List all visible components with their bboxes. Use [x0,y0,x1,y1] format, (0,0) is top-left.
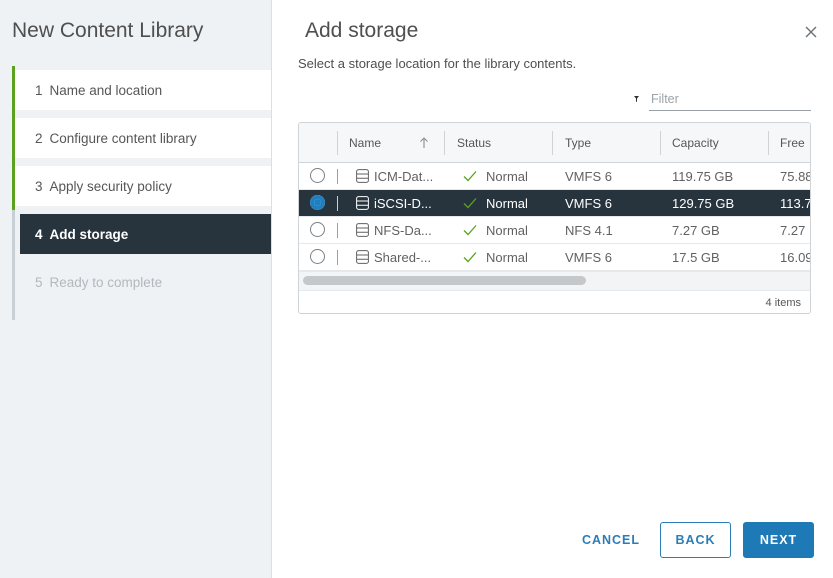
grid-footer-item-count: 4 items [299,290,810,313]
cell-capacity: 129.75 GB [672,196,735,211]
datastore-icon [356,250,369,264]
wizard-content: Add storage Select a storage location fo… [272,0,833,578]
cell-name: ICM-Dat... [374,169,434,184]
column-header-name[interactable]: Name [349,123,381,163]
cell-name: NFS-Da... [374,223,432,238]
scrollbar-thumb[interactable] [303,276,586,285]
close-button[interactable] [803,24,819,40]
cell-name: iSCSI-D... [374,196,432,211]
storage-grid: Name Status Type Capacity Free ICM-Dat..… [298,122,811,314]
cell-free: 7.27 [780,223,806,238]
step-number: 4 [35,226,43,242]
step-number: 2 [35,130,43,146]
cell-status: Normal [486,196,528,211]
cell-status: Normal [486,169,528,184]
datastore-icon [356,196,369,210]
cell-type: VMFS 6 [565,250,612,265]
wizard-step-add-storage[interactable]: 4 Add storage [12,210,271,258]
cell-free: 113.71 [780,196,811,211]
filter-box [634,87,811,111]
wizard-step-configure-content-library[interactable]: 2 Configure content library [12,114,271,162]
sort-ascending-icon[interactable] [419,137,429,149]
cell-capacity: 119.75 GB [672,169,734,184]
cell-type: NFS 4.1 [565,223,613,238]
step-label: Configure content library [49,130,197,146]
horizontal-scrollbar[interactable] [299,271,810,290]
cell-capacity: 7.27 GB [672,223,720,238]
check-icon [463,171,477,182]
wizard-title: New Content Library [12,19,204,42]
cell-free: 16.09 [780,250,811,265]
row-divider [337,196,338,211]
cell-type: VMFS 6 [565,169,612,184]
column-separator [444,131,445,155]
column-separator [768,131,769,155]
step-label: Apply security policy [49,178,172,194]
row-divider [337,250,338,265]
table-row[interactable]: Shared-... Normal VMFS 6 17.5 GB 16.09 [299,244,811,271]
row-select-radio[interactable] [310,222,325,237]
column-header-type[interactable]: Type [565,123,591,163]
grid-header: Name Status Type Capacity Free [299,123,810,163]
datastore-icon [356,169,369,183]
datastore-icon [356,223,369,237]
step-label: Ready to complete [49,274,163,290]
step-number: 3 [35,178,43,194]
check-icon [463,225,477,236]
step-number: 1 [35,82,43,98]
row-select-radio[interactable] [310,168,325,183]
step-label: Name and location [49,82,163,98]
filter-input[interactable] [649,87,811,111]
page-title: Add storage [305,19,419,42]
column-header-capacity[interactable]: Capacity [672,123,719,163]
column-header-free[interactable]: Free [780,123,805,163]
check-icon [463,198,477,209]
row-divider [337,223,338,238]
back-button[interactable]: BACK [660,522,731,558]
table-row[interactable]: ICM-Dat... Normal VMFS 6 119.75 GB 75.88 [299,163,811,190]
wizard-step-apply-security-policy[interactable]: 3 Apply security policy [12,162,271,210]
step-number: 5 [35,274,43,290]
cell-free: 75.88 [780,169,811,184]
wizard-step-ready-to-complete: 5 Ready to complete [12,258,271,320]
wizard-steps: 1 Name and location 2 Configure content … [12,66,271,320]
cell-capacity: 17.5 GB [672,250,720,265]
cancel-button[interactable]: CANCEL [578,522,644,558]
cell-name: Shared-... [374,250,432,265]
close-icon [805,26,817,38]
row-select-radio[interactable] [310,195,325,210]
check-icon [463,252,477,263]
column-header-status[interactable]: Status [457,123,491,163]
row-divider [337,169,338,184]
column-separator [552,131,553,155]
wizard-sidebar: New Content Library 1 Name and location … [0,0,272,578]
table-row[interactable]: NFS-Da... Normal NFS 4.1 7.27 GB 7.27 [299,217,810,244]
cell-status: Normal [486,223,528,238]
step-label: Add storage [49,226,129,242]
page-subtitle: Select a storage location for the librar… [298,56,577,71]
next-button[interactable]: NEXT [743,522,814,558]
column-separator [660,131,661,155]
column-separator [337,131,338,155]
table-row[interactable]: iSCSI-D... Normal VMFS 6 129.75 GB 113.7… [299,190,811,217]
row-select-radio[interactable] [310,249,325,264]
filter-icon [634,96,639,102]
cell-status: Normal [486,250,528,265]
wizard-step-name-and-location[interactable]: 1 Name and location [12,66,271,114]
cell-type: VMFS 6 [565,196,612,211]
